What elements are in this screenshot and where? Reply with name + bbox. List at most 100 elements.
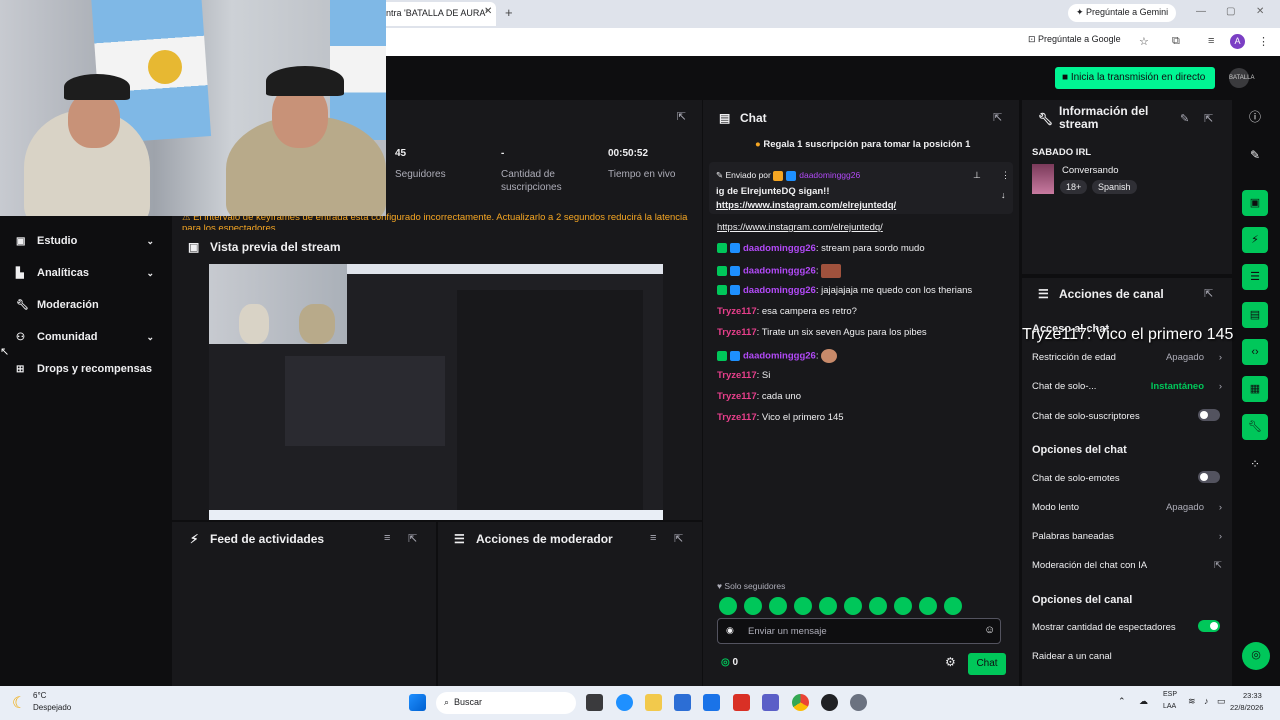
obs-icon[interactable] <box>821 694 838 711</box>
wrench-icon[interactable]: 🔧︎ <box>1242 414 1268 440</box>
teams-icon[interactable] <box>762 694 779 711</box>
clock-date[interactable]: 22/8/2026 <box>1230 703 1263 712</box>
windows-start-icon[interactable] <box>409 694 426 711</box>
settings-gear-icon[interactable]: ⚙ <box>945 655 956 669</box>
chat-username[interactable]: Tryze117 <box>717 370 757 381</box>
chat-input[interactable]: ◉ Enviar un mensaje ☺ <box>717 618 1001 644</box>
filter-icon[interactable]: ≡ <box>384 532 390 544</box>
more-icon[interactable]: ⁘ <box>1242 451 1268 477</box>
pin-icon[interactable]: ⊥ <box>973 170 981 181</box>
age-restriction-row[interactable]: Restricción de edad Apagado › <box>1032 352 1222 363</box>
category-name[interactable]: Conversando <box>1062 165 1119 176</box>
emote-button[interactable] <box>719 597 737 615</box>
more-dots-icon[interactable]: ⋮ <box>1001 170 1010 181</box>
emote-button[interactable] <box>869 597 887 615</box>
channel-avatar[interactable]: BATALLA <box>1229 68 1254 88</box>
battery-icon[interactable]: ▭ <box>1217 696 1226 707</box>
browser-tab[interactable]: ntra 'BATALLA DE AURA' <box>378 2 496 26</box>
clock-time[interactable]: 23:33 <box>1243 691 1262 700</box>
emote-button[interactable] <box>744 597 762 615</box>
raid-row[interactable]: Raidear a un canal <box>1032 651 1222 662</box>
settings-icon[interactable] <box>850 694 867 711</box>
emote-button[interactable] <box>919 597 937 615</box>
sidebar-item-analiticas[interactable]: ▙ Analíticas ⌄ <box>16 267 156 279</box>
pinned-message[interactable]: ✎ Enviado por daadominggg26 ⊥ ⋮ ↓ ig de … <box>709 162 1013 214</box>
chat-username[interactable]: Tryze117 <box>717 306 757 317</box>
tag-language[interactable]: Spanish <box>1092 180 1137 194</box>
new-tab-icon[interactable]: + <box>505 5 513 20</box>
send-chat-button[interactable]: Chat <box>968 653 1006 675</box>
task-view-icon[interactable] <box>586 694 603 711</box>
subs-only-toggle[interactable] <box>1198 409 1220 421</box>
close-window-icon[interactable]: ✕ <box>1256 6 1264 17</box>
go-live-button[interactable]: ■ Inicia la transmisión en directo <box>1055 67 1215 89</box>
edit-pencil-icon[interactable]: ✎ <box>1180 112 1189 125</box>
stream-preview-video[interactable] <box>209 264 663 520</box>
sidebar-item-moderacion[interactable]: 🔧︎ Moderación <box>16 299 156 311</box>
filter-icon[interactable]: ≡ <box>650 532 656 544</box>
keyboard-layout[interactable]: LAA <box>1163 703 1176 710</box>
chat-username[interactable]: daadominggg26 <box>743 266 816 277</box>
video-icon[interactable]: ▣ <box>1242 190 1268 216</box>
emotes-only-toggle[interactable] <box>1198 471 1220 483</box>
emote-button[interactable] <box>944 597 962 615</box>
chat-username[interactable]: Tryze117 <box>717 391 757 402</box>
store-icon[interactable] <box>674 694 691 711</box>
sidebar-item-drops[interactable]: ⊞ Drops y recompensas <box>16 363 156 375</box>
volume-icon[interactable]: ♪ <box>1204 696 1209 706</box>
gift-banner[interactable]: ● Regala 1 suscripción para tomar la pos… <box>755 139 970 150</box>
popout-icon[interactable]: ⇱ <box>674 532 683 545</box>
pinned-username[interactable]: daadominggg26 <box>799 170 860 180</box>
chat-username[interactable]: Tryze117 <box>717 327 757 338</box>
sidebar-item-comunidad[interactable]: ⚇ Comunidad ⌄ <box>16 331 156 343</box>
minimize-icon[interactable]: — <box>1196 6 1206 17</box>
banned-words-row[interactable]: Palabras baneadas › <box>1032 531 1222 542</box>
popout-icon[interactable]: ⇱ <box>677 110 686 123</box>
chat-username[interactable]: Tryze117 <box>717 412 757 423</box>
chrome-icon[interactable] <box>792 694 809 711</box>
maximize-icon[interactable]: ▢ <box>1226 6 1235 17</box>
weather-temp[interactable]: 6°C <box>33 691 46 700</box>
bolt-icon[interactable]: ⚡︎ <box>1242 227 1268 253</box>
pinned-link[interactable]: https://www.instagram.com/elrejuntedq/ <box>716 200 896 211</box>
emote-button[interactable] <box>794 597 812 615</box>
expand-down-icon[interactable]: ↓ <box>1001 190 1006 200</box>
weather-desc[interactable]: Despejado <box>33 703 71 712</box>
info-icon[interactable]: ⓘ <box>1242 104 1268 130</box>
chat-username[interactable]: daadominggg26 <box>743 243 816 254</box>
menu-dots-icon[interactable]: ⋮ <box>1258 35 1269 48</box>
chat-only-row[interactable]: Chat de solo-... Instantáneo › <box>1032 381 1222 392</box>
google-lens-button[interactable]: ⊡ Pregúntale a Google <box>1028 34 1121 45</box>
popout-icon[interactable]: ⇱ <box>993 111 1002 124</box>
taskbar-search[interactable]: ⌕ Buscar <box>436 692 576 714</box>
outlook-icon[interactable] <box>703 694 720 711</box>
ai-moderation-row[interactable]: Moderación del chat con IA ⇱ <box>1032 560 1222 571</box>
show-viewers-toggle[interactable] <box>1198 620 1220 632</box>
close-tab-icon[interactable]: ✕ <box>484 6 492 17</box>
support-icon[interactable]: ◎ <box>1242 642 1270 670</box>
brave-icon[interactable] <box>733 694 750 711</box>
wifi-icon[interactable]: ≋ <box>1188 696 1196 707</box>
emoji-picker-icon[interactable]: ☺ <box>984 624 995 636</box>
code-icon[interactable]: ‹› <box>1242 339 1268 365</box>
bookmark-star-icon[interactable]: ☆ <box>1139 35 1149 48</box>
emote-button[interactable] <box>819 597 837 615</box>
emote-button[interactable] <box>894 597 912 615</box>
gemini-button[interactable]: ✦ Pregúntale a Gemini <box>1068 4 1177 22</box>
popout-icon[interactable]: ⇱ <box>1204 287 1213 300</box>
chat-link-line[interactable]: https://www.instagram.com/elrejuntedq/ <box>717 222 883 233</box>
popout-icon[interactable]: ⇱ <box>408 532 417 545</box>
onedrive-icon[interactable]: ☁ <box>1139 696 1148 707</box>
reading-list-icon[interactable]: ≡ <box>1208 35 1214 47</box>
channel-points[interactable]: ◎ 0 <box>721 657 738 668</box>
sidebar-item-estudio[interactable]: ▣ Estudio ⌄ <box>16 235 156 247</box>
chat-username[interactable]: daadominggg26 <box>743 351 816 362</box>
slow-mode-row[interactable]: Modo lento Apagado › <box>1032 502 1222 513</box>
emote-button[interactable] <box>844 597 862 615</box>
chat-username[interactable]: daadominggg26 <box>743 285 816 296</box>
tag-age[interactable]: 18+ <box>1060 180 1088 194</box>
edge-icon[interactable] <box>616 694 633 711</box>
list-icon[interactable]: ☰ <box>1242 264 1268 290</box>
pencil-icon[interactable]: ✎ <box>1242 142 1268 168</box>
chat-bubble-icon[interactable]: ▤ <box>1242 302 1268 328</box>
